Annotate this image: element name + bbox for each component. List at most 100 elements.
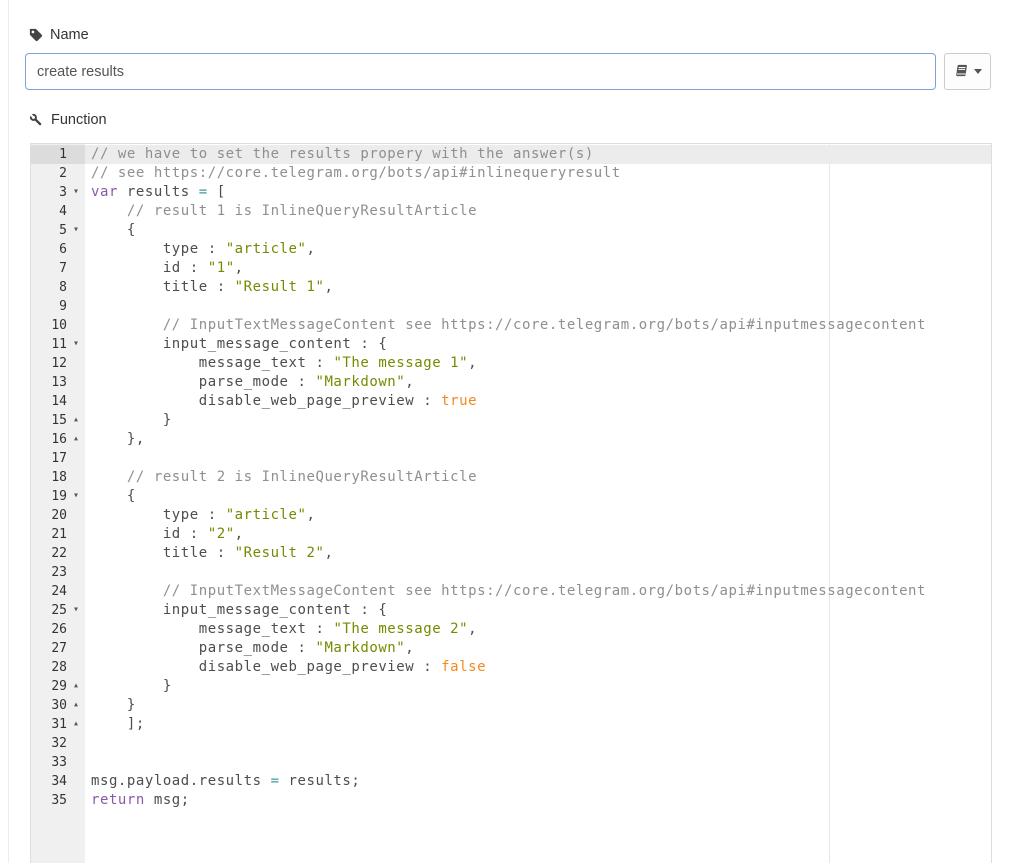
code-line-row[interactable]: 2// see https://core.telegram.org/bots/a… xyxy=(31,164,991,183)
code-line-row[interactable]: 24 // InputTextMessageContent see https:… xyxy=(31,582,991,601)
code-line-row[interactable]: 6 type : "article", xyxy=(31,240,991,259)
code-line[interactable]: id : "1", xyxy=(85,259,991,278)
code-line-row[interactable]: 23 xyxy=(31,563,991,582)
code-line[interactable]: title : "Result 1", xyxy=(85,278,991,297)
code-line-row[interactable]: 7 id : "1", xyxy=(31,259,991,278)
code-line[interactable]: } xyxy=(85,677,991,696)
code-line-row[interactable]: 34msg.payload.results = results; xyxy=(31,772,991,791)
fold-close-icon[interactable]: ▴ xyxy=(67,430,85,449)
fold-slot xyxy=(67,316,85,335)
code-line[interactable]: } xyxy=(85,696,991,715)
code-line[interactable]: return msg; xyxy=(85,791,991,810)
code-line-row[interactable]: 3▾var results = [ xyxy=(31,183,991,202)
fold-open-icon[interactable]: ▾ xyxy=(67,221,85,240)
code-line[interactable] xyxy=(85,449,991,468)
code-line[interactable]: { xyxy=(85,221,991,240)
code-line-row[interactable]: 16▴ }, xyxy=(31,430,991,449)
code-line[interactable]: parse_mode : "Markdown", xyxy=(85,373,991,392)
code-line-row[interactable]: 22 title : "Result 2", xyxy=(31,544,991,563)
code-line-row[interactable]: 13 parse_mode : "Markdown", xyxy=(31,373,991,392)
code-line[interactable] xyxy=(85,297,991,316)
code-editor[interactable]: 1// we have to set the results propery w… xyxy=(30,143,992,863)
code-line[interactable]: id : "2", xyxy=(85,525,991,544)
code-line[interactable]: disable_web_page_preview : true xyxy=(85,392,991,411)
code-line-row[interactable]: 1// we have to set the results propery w… xyxy=(31,145,991,164)
code-line-row[interactable]: 15▴ } xyxy=(31,411,991,430)
code-line-row[interactable]: 5▾ { xyxy=(31,221,991,240)
gutter-cell: 14 xyxy=(31,392,85,411)
code-line-row[interactable]: 26 message_text : "The message 2", xyxy=(31,620,991,639)
code-line[interactable]: // we have to set the results propery wi… xyxy=(85,145,991,164)
code-line[interactable]: }, xyxy=(85,430,991,449)
fold-open-icon[interactable]: ▾ xyxy=(67,335,85,354)
code-line-row[interactable]: 20 type : "article", xyxy=(31,506,991,525)
code-line[interactable]: // result 1 is InlineQueryResultArticle xyxy=(85,202,991,221)
line-number: 35 xyxy=(31,791,67,810)
gutter-cell: 32 xyxy=(31,734,85,753)
code-line[interactable]: disable_web_page_preview : false xyxy=(85,658,991,677)
code-line-row[interactable]: 19▾ { xyxy=(31,487,991,506)
library-button[interactable] xyxy=(944,53,991,90)
name-input[interactable] xyxy=(25,53,936,90)
code-line-row[interactable]: 25▾ input_message_content : { xyxy=(31,601,991,620)
line-number: 13 xyxy=(31,373,67,392)
code-line-row[interactable]: 33 xyxy=(31,753,991,772)
code-line-row[interactable]: 10 // InputTextMessageContent see https:… xyxy=(31,316,991,335)
code-line[interactable]: message_text : "The message 2", xyxy=(85,620,991,639)
code-line[interactable]: // InputTextMessageContent see https://c… xyxy=(85,582,991,601)
gutter-cell: 33 xyxy=(31,753,85,772)
fold-close-icon[interactable]: ▴ xyxy=(67,677,85,696)
gutter-cell: 20 xyxy=(31,506,85,525)
name-field-label-row: Name xyxy=(29,27,89,43)
code-line-row[interactable]: 9 xyxy=(31,297,991,316)
code-line[interactable] xyxy=(85,563,991,582)
code-line[interactable]: input_message_content : { xyxy=(85,601,991,620)
code-line-row[interactable]: 21 id : "2", xyxy=(31,525,991,544)
code-line[interactable]: { xyxy=(85,487,991,506)
fold-slot xyxy=(67,582,85,601)
code-line[interactable]: type : "article", xyxy=(85,240,991,259)
fold-slot xyxy=(67,145,85,164)
code-line-row[interactable]: 11▾ input_message_content : { xyxy=(31,335,991,354)
code-line-row[interactable]: 17 xyxy=(31,449,991,468)
code-line[interactable]: var results = [ xyxy=(85,183,991,202)
code-line[interactable]: title : "Result 2", xyxy=(85,544,991,563)
code-line[interactable]: input_message_content : { xyxy=(85,335,991,354)
code-line[interactable]: ]; xyxy=(85,715,991,734)
fold-close-icon[interactable]: ▴ xyxy=(67,411,85,430)
code-line[interactable] xyxy=(85,753,991,772)
code-line[interactable]: message_text : "The message 1", xyxy=(85,354,991,373)
fold-close-icon[interactable]: ▴ xyxy=(67,715,85,734)
code-line-row[interactable]: 18 // result 2 is InlineQueryResultArtic… xyxy=(31,468,991,487)
fold-open-icon[interactable]: ▾ xyxy=(67,183,85,202)
code-line[interactable] xyxy=(85,734,991,753)
code-line-row[interactable]: 35 return msg; xyxy=(31,791,991,810)
gutter-cell: 13 xyxy=(31,373,85,392)
gutter-cell: 18 xyxy=(31,468,85,487)
fold-open-icon[interactable]: ▾ xyxy=(67,487,85,506)
code-line-row[interactable]: 29▴ } xyxy=(31,677,991,696)
fold-open-icon[interactable]: ▾ xyxy=(67,601,85,620)
code-line-row[interactable]: 14 disable_web_page_preview : true xyxy=(31,392,991,411)
code-line-row[interactable]: 32 xyxy=(31,734,991,753)
code-line-row[interactable]: 31▴ ]; xyxy=(31,715,991,734)
fold-slot xyxy=(67,639,85,658)
code-line-row[interactable]: 8 title : "Result 1", xyxy=(31,278,991,297)
code-line[interactable]: // see https://core.telegram.org/bots/ap… xyxy=(85,164,991,183)
code-line[interactable]: msg.payload.results = results; xyxy=(85,772,991,791)
fold-close-icon[interactable]: ▴ xyxy=(67,696,85,715)
line-number: 29 xyxy=(31,677,67,696)
code-line-row[interactable]: 27 parse_mode : "Markdown", xyxy=(31,639,991,658)
code-line-row[interactable]: 30▴ } xyxy=(31,696,991,715)
wrench-icon xyxy=(29,113,44,128)
code-line[interactable]: parse_mode : "Markdown", xyxy=(85,639,991,658)
gutter-cell: 17 xyxy=(31,449,85,468)
code-line[interactable]: type : "article", xyxy=(85,506,991,525)
panel-left-edge xyxy=(8,0,9,863)
code-line[interactable]: } xyxy=(85,411,991,430)
code-line[interactable]: // InputTextMessageContent see https://c… xyxy=(85,316,991,335)
code-line-row[interactable]: 28 disable_web_page_preview : false xyxy=(31,658,991,677)
code-line-row[interactable]: 12 message_text : "The message 1", xyxy=(31,354,991,373)
code-line-row[interactable]: 4 // result 1 is InlineQueryResultArticl… xyxy=(31,202,991,221)
code-line[interactable]: // result 2 is InlineQueryResultArticle xyxy=(85,468,991,487)
